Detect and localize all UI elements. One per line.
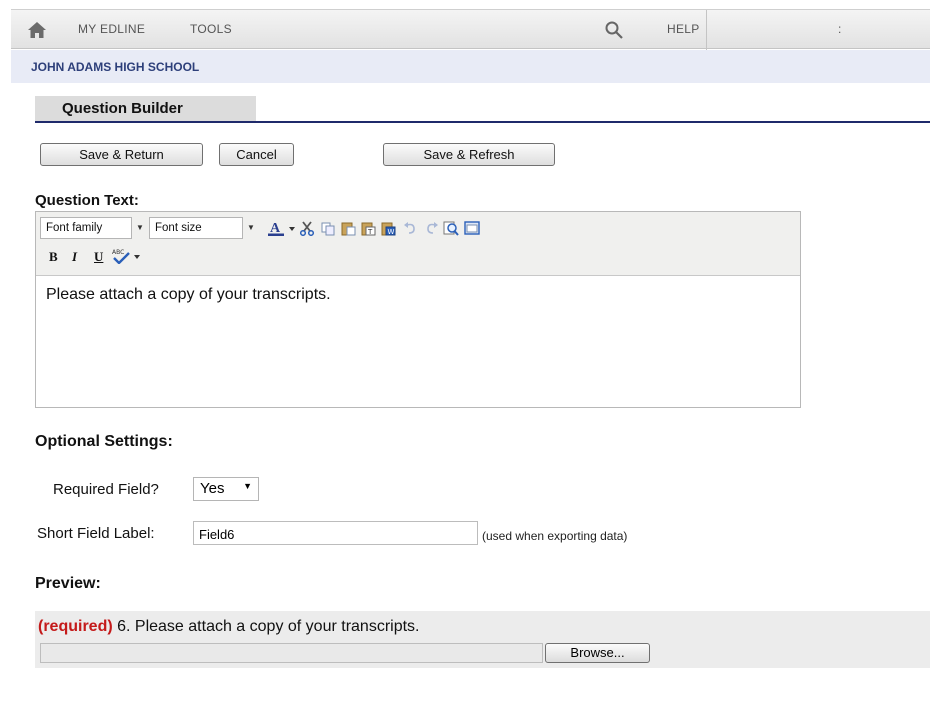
- short-field-label: Short Field Label:: [37, 525, 155, 542]
- top-nav: MY EDLINE TOOLS HELP :: [11, 9, 930, 50]
- spellcheck-icon[interactable]: ABC: [111, 248, 131, 264]
- question-text-content[interactable]: Please attach a copy of your transcripts…: [46, 286, 331, 304]
- chevron-down-icon[interactable]: ▼: [245, 217, 257, 239]
- undo-icon[interactable]: [402, 220, 418, 236]
- file-path-field[interactable]: [40, 643, 543, 663]
- short-field-input[interactable]: [193, 521, 478, 545]
- editor-toolbar: Font family ▼ Font size ▼ A T W B I U AB…: [36, 212, 800, 276]
- preview-panel: (required) 6. Please attach a copy of yo…: [35, 611, 930, 668]
- home-icon[interactable]: [27, 21, 47, 39]
- nav-my-edline[interactable]: MY EDLINE: [78, 22, 145, 36]
- italic-button[interactable]: I: [72, 249, 77, 265]
- required-field-label: Required Field?: [53, 481, 159, 498]
- font-size-select[interactable]: Font size: [149, 217, 243, 239]
- preview-question-text: 6. Please attach a copy of your transcri…: [112, 618, 420, 635]
- redo-icon[interactable]: [424, 220, 440, 236]
- svg-text:T: T: [367, 228, 373, 236]
- font-family-select[interactable]: Font family: [40, 217, 132, 239]
- school-name[interactable]: JOHN ADAMS HIGH SCHOOL: [31, 60, 199, 74]
- browse-button[interactable]: Browse...: [545, 643, 650, 663]
- chevron-down-icon[interactable]: [288, 220, 296, 236]
- nav-help[interactable]: HELP: [667, 22, 700, 36]
- cut-icon[interactable]: [299, 220, 315, 236]
- bold-button[interactable]: B: [49, 249, 58, 265]
- required-field-value: Yes: [200, 480, 225, 497]
- required-tag: (required): [38, 618, 113, 635]
- save-return-button[interactable]: Save & Return: [40, 143, 203, 166]
- page-title: Question Builder: [62, 100, 183, 117]
- chevron-down-icon[interactable]: [133, 248, 141, 264]
- paste-word-icon[interactable]: W: [380, 220, 396, 236]
- find-icon[interactable]: [443, 220, 459, 236]
- svg-text:W: W: [388, 228, 395, 236]
- title-divider: [35, 121, 930, 123]
- chevron-down-icon[interactable]: ▼: [134, 217, 146, 239]
- chevron-down-icon: ▼: [243, 481, 252, 491]
- preview-question: (required) 6. Please attach a copy of yo…: [38, 618, 420, 636]
- save-refresh-button[interactable]: Save & Refresh: [383, 143, 555, 166]
- font-color-icon[interactable]: A: [267, 220, 287, 236]
- paste-text-icon[interactable]: T: [360, 220, 376, 236]
- preview-heading: Preview:: [35, 575, 101, 592]
- short-field-hint: (used when exporting data): [482, 529, 628, 543]
- school-bar: JOHN ADAMS HIGH SCHOOL: [11, 50, 930, 83]
- required-field-select[interactable]: Yes ▼: [193, 477, 259, 501]
- nav-account[interactable]: :: [838, 22, 841, 36]
- optional-settings-heading: Optional Settings:: [35, 433, 173, 450]
- svg-text:ABC: ABC: [112, 249, 124, 256]
- copy-icon[interactable]: [320, 220, 336, 236]
- underline-button[interactable]: U: [94, 249, 103, 265]
- rich-text-editor: Font family ▼ Font size ▼ A T W B I U AB…: [35, 211, 801, 408]
- fullscreen-icon[interactable]: [464, 220, 480, 236]
- cancel-button[interactable]: Cancel: [219, 143, 294, 166]
- search-icon[interactable]: [604, 20, 624, 40]
- paste-icon[interactable]: [340, 220, 356, 236]
- question-text-heading: Question Text:: [35, 192, 139, 209]
- page-title-tab: Question Builder: [35, 96, 256, 121]
- nav-tools[interactable]: TOOLS: [190, 22, 232, 36]
- nav-divider: [706, 10, 707, 50]
